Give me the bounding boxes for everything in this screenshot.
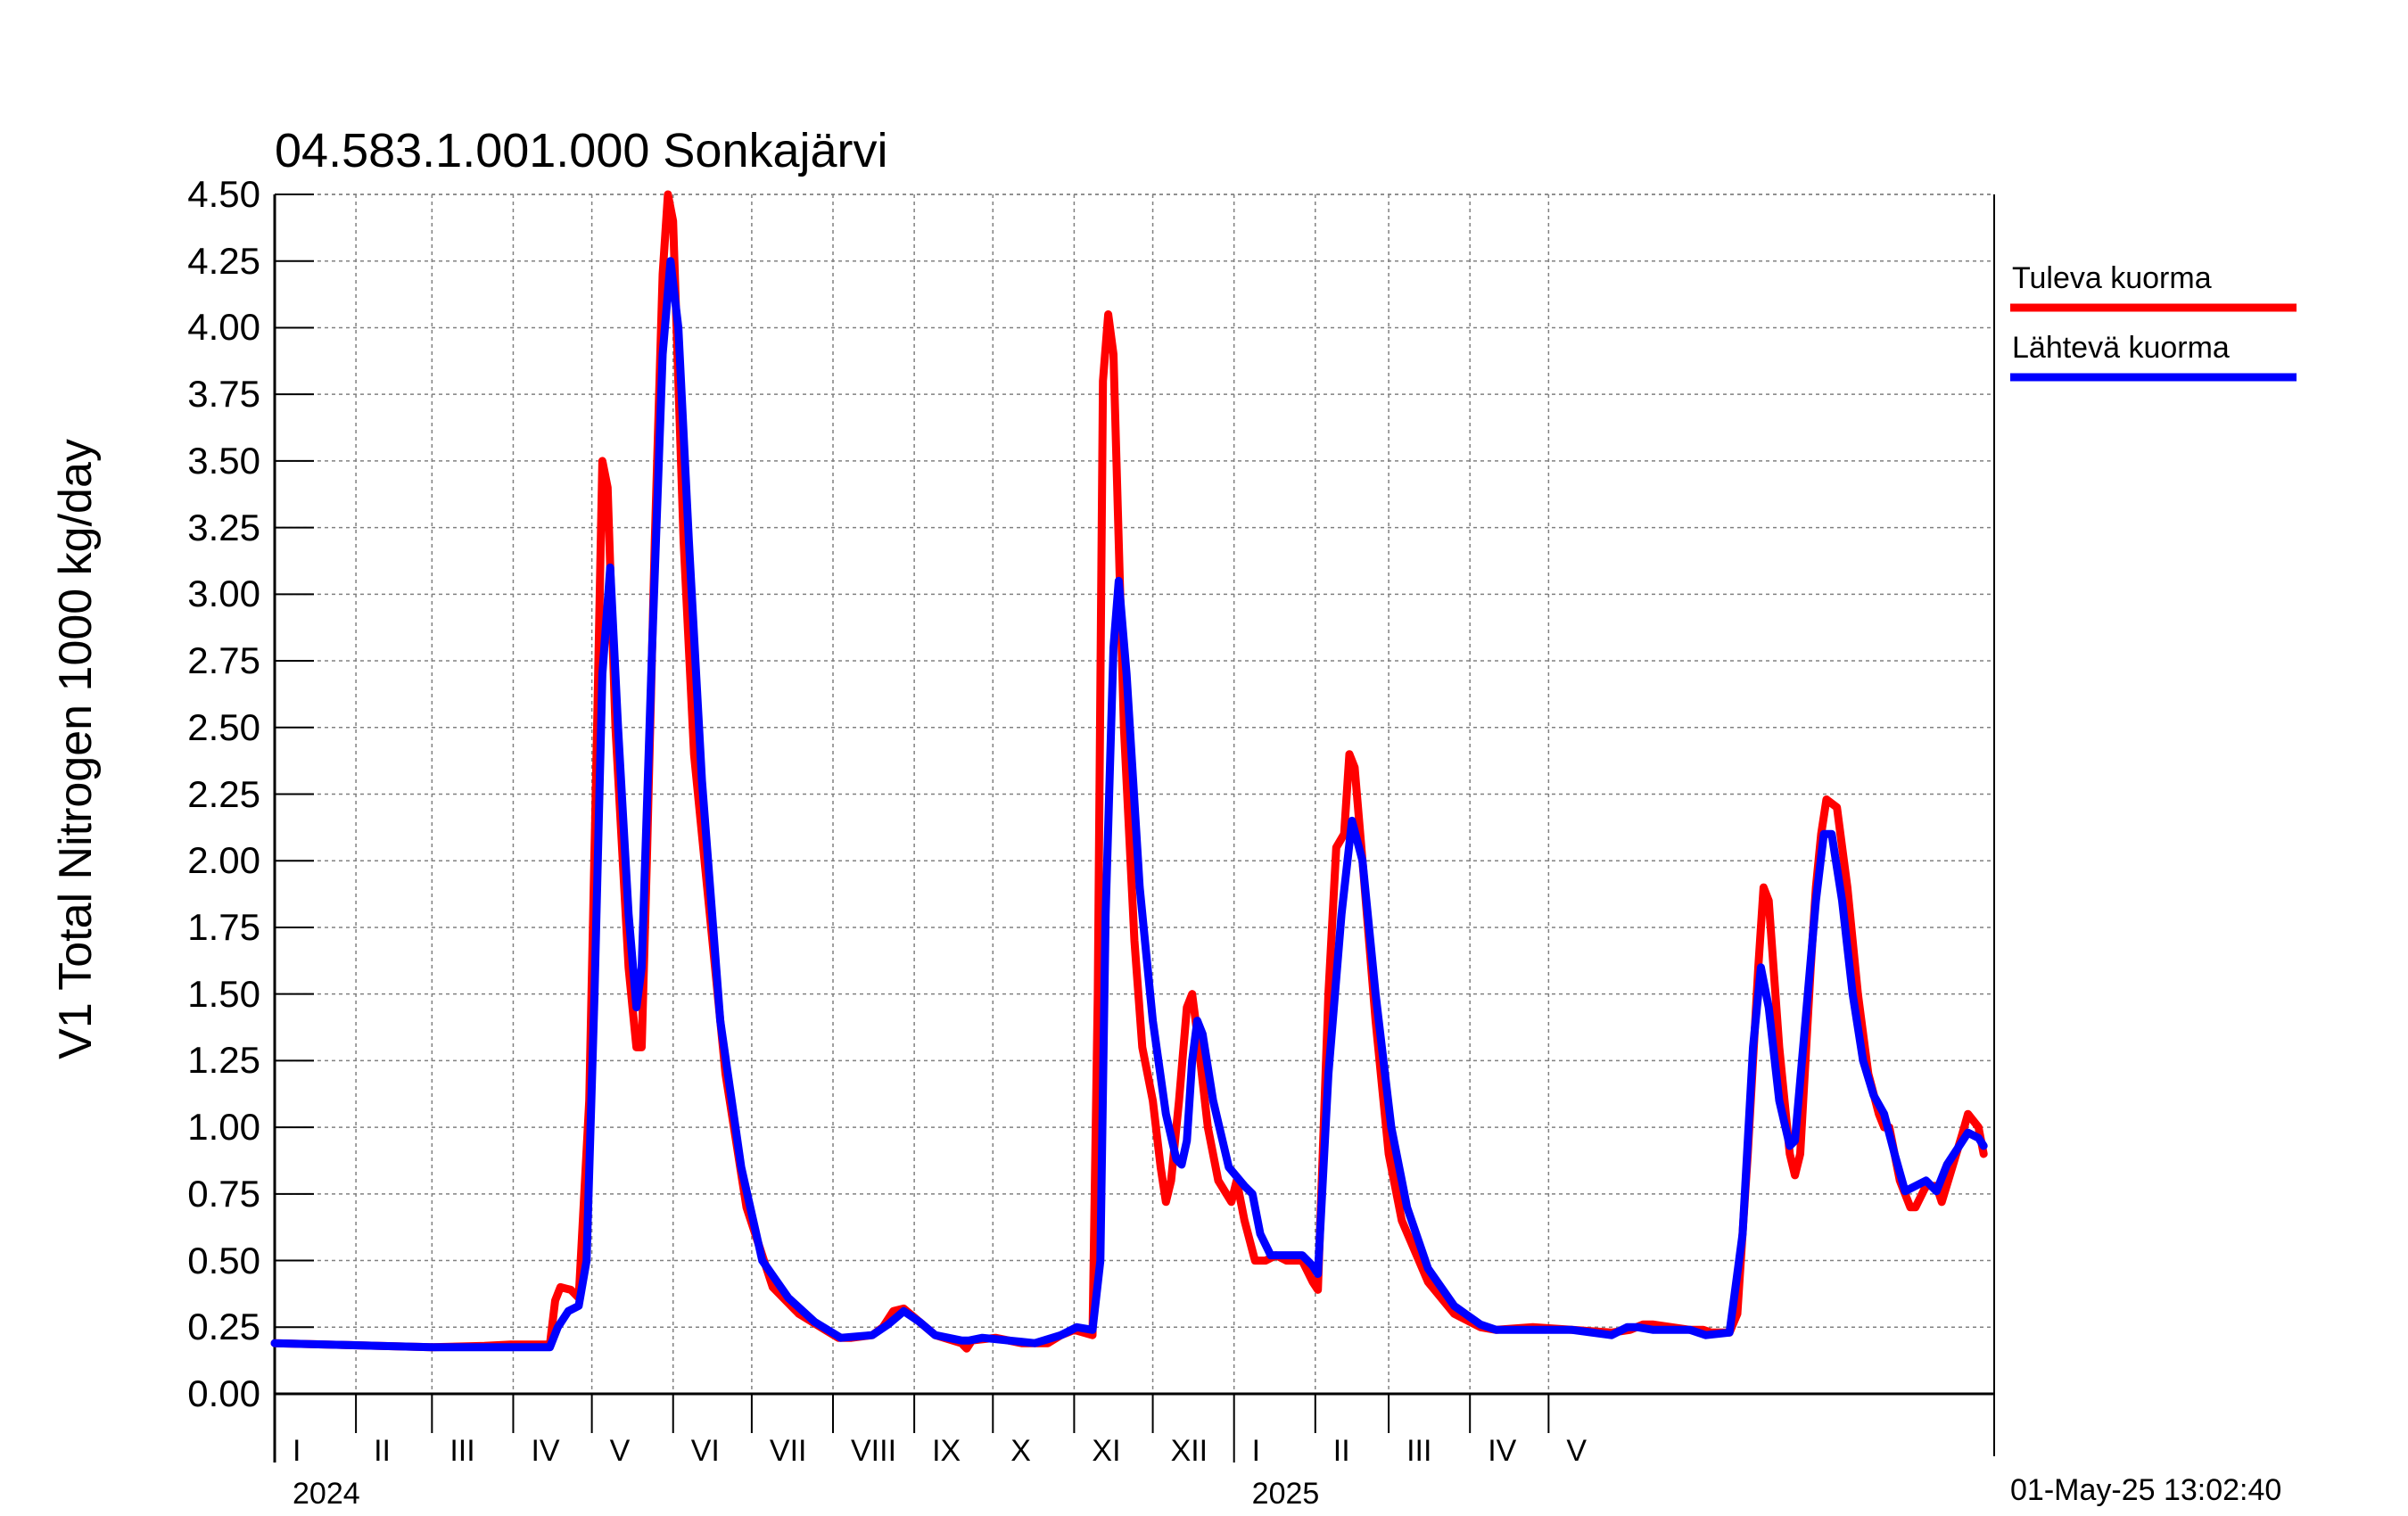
month-label: I	[293, 1434, 301, 1468]
year-label: 2024	[293, 1477, 360, 1511]
y-tick-label: 3.50	[187, 439, 260, 482]
y-tick-label: 3.75	[187, 373, 260, 416]
timestamp: 01-May-25 13:02:40	[2010, 1473, 2282, 1507]
month-label: VIII	[851, 1434, 897, 1468]
month-label: VII	[769, 1434, 807, 1468]
chart-title: 04.583.1.001.000 Sonkajärvi	[275, 124, 888, 177]
month-label: III	[1406, 1434, 1432, 1468]
y-tick-label: 1.50	[187, 972, 260, 1015]
y-tick-label: 0.25	[187, 1306, 260, 1348]
month-label: VI	[690, 1434, 720, 1468]
month-label: V	[609, 1434, 631, 1468]
month-label: II	[374, 1434, 392, 1468]
year-label: 2025	[1251, 1477, 1320, 1511]
month-label: IV	[1488, 1434, 1517, 1468]
month-label: V	[1566, 1434, 1587, 1468]
y-tick-label: 1.25	[187, 1039, 260, 1082]
month-label: X	[1010, 1434, 1031, 1468]
month-label: I	[1251, 1434, 1261, 1468]
y-tick-label: 4.50	[187, 173, 260, 215]
y-axis-label: V1 Total Nitrogen 1000 kg/day	[50, 439, 102, 1059]
series-lines	[270, 190, 1988, 1353]
legend-label-1: Tuleva kuorma	[2012, 261, 2212, 295]
legend-label-2: Lähtevä kuorma	[2012, 331, 2230, 365]
y-tick-label: 1.00	[187, 1106, 260, 1149]
y-tick-label: 0.00	[187, 1372, 260, 1414]
y-tick-label: 2.25	[187, 772, 260, 815]
month-label: III	[449, 1434, 475, 1468]
month-label: XII	[1170, 1434, 1208, 1468]
y-tick-label: 3.25	[187, 506, 260, 548]
y-tick-label: 1.75	[187, 905, 260, 948]
month-label: XI	[1092, 1434, 1121, 1468]
month-label: IV	[531, 1434, 560, 1468]
y-tick-label: 2.50	[187, 705, 260, 748]
y-tick-label: 3.00	[187, 573, 260, 615]
month-label: II	[1332, 1434, 1350, 1468]
y-tick-label: 2.75	[187, 639, 260, 682]
y-tick-label: 2.00	[187, 839, 260, 882]
y-tick-label: 4.25	[187, 239, 260, 282]
y-tick-label: 4.00	[187, 306, 260, 349]
nitrogen-load-chart	[270, 190, 2297, 1462]
month-label: IX	[932, 1434, 961, 1468]
y-tick-label: 0.75	[187, 1172, 260, 1215]
y-tick-label: 0.50	[187, 1239, 260, 1281]
